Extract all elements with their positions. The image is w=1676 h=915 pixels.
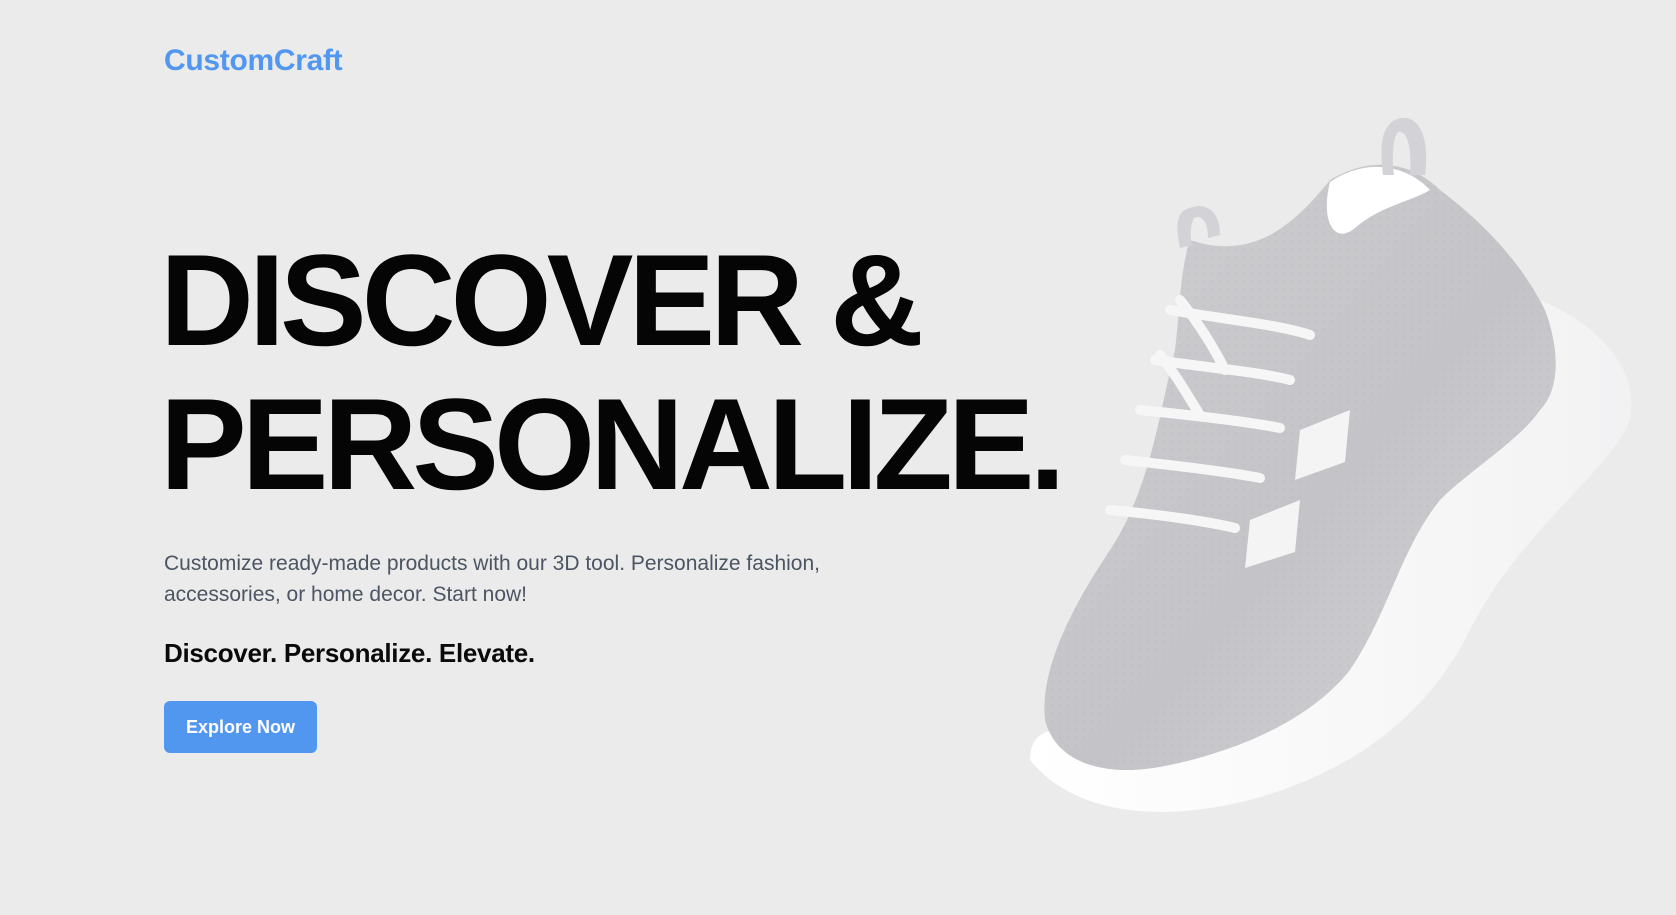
- hero-description: Customize ready-made products with our 3…: [164, 552, 820, 606]
- explore-now-button[interactable]: Explore Now: [164, 701, 317, 753]
- hero-headline-line-2: PERSONALIZE.: [160, 371, 1066, 517]
- sneaker-tongue-loop: [1177, 206, 1220, 248]
- hero-tagline: Discover. Personalize. Elevate.: [164, 638, 535, 668]
- hero-headline: DISCOVER & PERSONALIZE.: [160, 227, 1066, 517]
- brand-logo[interactable]: CustomCraft: [164, 40, 343, 82]
- sneaker-image: [1030, 118, 1632, 812]
- hero-headline-line-1: DISCOVER &: [160, 227, 924, 373]
- sneaker-heel-tab: [1381, 118, 1427, 175]
